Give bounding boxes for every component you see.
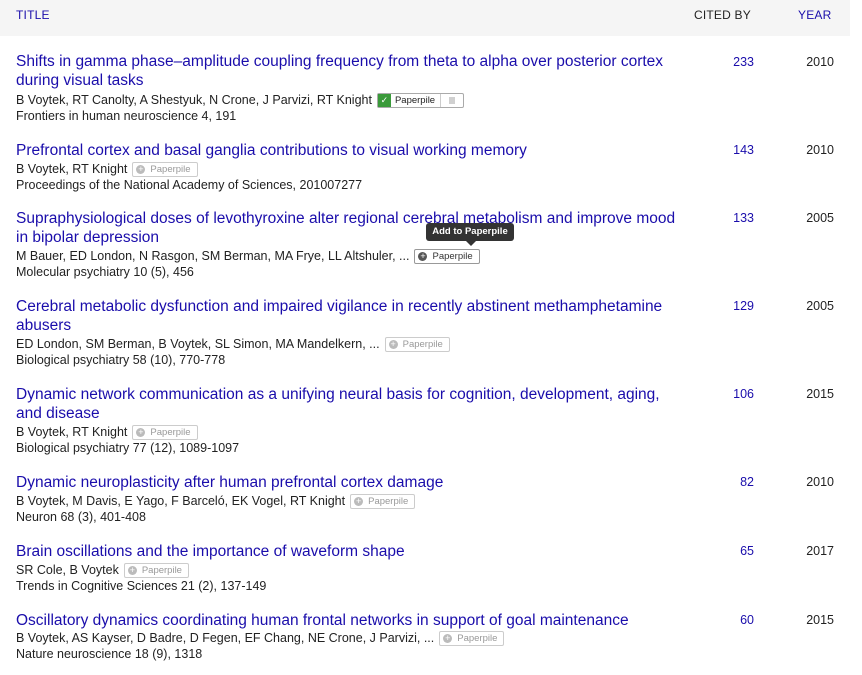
paperpile-label: Paperpile: [150, 163, 191, 175]
paperpile-label: Paperpile: [394, 94, 436, 106]
cited-by-count[interactable]: 133: [700, 211, 754, 225]
article-authors: B Voytek, AS Kayser, D Badre, D Fegen, E…: [16, 631, 435, 645]
checkmark-icon: ✓: [377, 93, 391, 107]
article-venue: Biological psychiatry 58 (10), 770-778: [16, 353, 226, 367]
article-authors-line: B Voytek, AS Kayser, D Badre, D Fegen, E…: [16, 630, 505, 646]
paperpile-label: Paperpile: [141, 564, 182, 576]
library-icon[interactable]: [440, 93, 463, 107]
article-venue: Trends in Cognitive Sciences 21 (2), 137…: [16, 579, 267, 593]
cited-by-count[interactable]: 65: [700, 544, 754, 558]
paperpile-label: Paperpile: [402, 338, 443, 350]
add-to-paperpile-button[interactable]: + Paperpile: [132, 161, 198, 177]
publication-year: 2010: [806, 475, 834, 489]
article-authors: B Voytek, RT Knight: [16, 162, 128, 176]
article-venue: Molecular psychiatry 10 (5), 456: [16, 265, 194, 279]
paperpile-tooltip: Add to Paperpile: [426, 223, 514, 246]
article-venue: Biological psychiatry 77 (12), 1089-1097: [16, 441, 240, 455]
article-authors-line: M Bauer, ED London, N Rasgon, SM Berman,…: [16, 248, 480, 264]
add-to-paperpile-button[interactable]: + Paperpile: [123, 562, 189, 578]
cited-by-count[interactable]: 129: [700, 299, 754, 313]
article-venue: Nature neuroscience 18 (9), 1318: [16, 647, 203, 661]
paperpile-label: Paperpile: [457, 632, 498, 644]
add-to-paperpile-button[interactable]: + Paperpile: [384, 336, 450, 352]
article-title[interactable]: Oscillatory dynamics coordinating human …: [16, 611, 684, 630]
publication-year: 2015: [806, 387, 834, 401]
paperpile-label: Paperpile: [368, 495, 409, 507]
plus-icon: +: [136, 163, 146, 174]
plus-icon: +: [354, 495, 364, 506]
article-title[interactable]: Cerebral metabolic dysfunction and impai…: [16, 297, 684, 335]
sort-by-year[interactable]: YEAR: [798, 8, 831, 22]
article-authors: M Bauer, ED London, N Rasgon, SM Berman,…: [16, 249, 410, 263]
publication-year: 2010: [806, 55, 834, 69]
article-title[interactable]: Supraphysiological doses of levothyroxin…: [16, 209, 684, 247]
article-venue: Frontiers in human neuroscience 4, 191: [16, 109, 237, 123]
article-authors: B Voytek, RT Canolty, A Shestyuk, N Cron…: [16, 93, 372, 107]
article-authors-line: ED London, SM Berman, B Voytek, SL Simon…: [16, 336, 450, 352]
publication-year: 2005: [806, 211, 834, 225]
article-authors-line: SR Cole, B Voytek + Paperpile: [16, 562, 189, 578]
cited-by-header[interactable]: CITED BY: [694, 8, 751, 22]
publication-year: 2015: [806, 613, 834, 627]
cited-by-count[interactable]: 143: [700, 143, 754, 157]
article-title[interactable]: Shifts in gamma phase–amplitude coupling…: [16, 52, 684, 90]
cited-by-count[interactable]: 106: [700, 387, 754, 401]
sort-by-title[interactable]: TITLE: [16, 8, 50, 22]
add-to-paperpile-button[interactable]: + Paperpile: [132, 424, 198, 440]
add-to-paperpile-button[interactable]: + Paperpile: [350, 493, 416, 509]
publication-year: 2017: [806, 544, 834, 558]
article-authors: B Voytek, M Davis, E Yago, F Barceló, EK…: [16, 494, 346, 508]
article-title[interactable]: Dynamic network communication as a unify…: [16, 385, 684, 423]
add-to-paperpile-button[interactable]: + Paperpile: [414, 248, 480, 264]
paperpile-added-badge[interactable]: ✓ Paperpile: [376, 92, 465, 108]
paperpile-label: Paperpile: [150, 426, 191, 438]
article-authors-line: B Voytek, RT Knight + Paperpile: [16, 424, 198, 440]
plus-icon: +: [443, 632, 453, 643]
article-title[interactable]: Prefrontal cortex and basal ganglia cont…: [16, 141, 684, 160]
table-header: TITLE CITED BY YEAR: [0, 0, 850, 36]
cited-by-count[interactable]: 82: [700, 475, 754, 489]
article-authors: SR Cole, B Voytek: [16, 563, 119, 577]
plus-icon: +: [388, 338, 398, 349]
cited-by-count[interactable]: 60: [700, 613, 754, 627]
article-authors: ED London, SM Berman, B Voytek, SL Simon…: [16, 337, 380, 351]
article-authors: B Voytek, RT Knight: [16, 425, 128, 439]
article-venue: Neuron 68 (3), 401-408: [16, 510, 146, 524]
article-title[interactable]: Brain oscillations and the importance of…: [16, 542, 684, 561]
plus-icon: +: [418, 250, 428, 261]
plus-icon: +: [127, 564, 137, 575]
article-authors-line: B Voytek, M Davis, E Yago, F Barceló, EK…: [16, 493, 416, 509]
article-title[interactable]: Dynamic neuroplasticity after human pref…: [16, 473, 684, 492]
article-venue: Proceedings of the National Academy of S…: [16, 178, 363, 192]
cited-by-count[interactable]: 233: [700, 55, 754, 69]
article-authors-line: B Voytek, RT Canolty, A Shestyuk, N Cron…: [16, 92, 465, 108]
plus-icon: +: [136, 426, 146, 437]
article-authors-line: B Voytek, RT Knight + Paperpile: [16, 161, 198, 177]
publication-year: 2010: [806, 143, 834, 157]
add-to-paperpile-button[interactable]: + Paperpile: [439, 630, 505, 646]
paperpile-label: Paperpile: [432, 250, 473, 262]
publication-year: 2005: [806, 299, 834, 313]
